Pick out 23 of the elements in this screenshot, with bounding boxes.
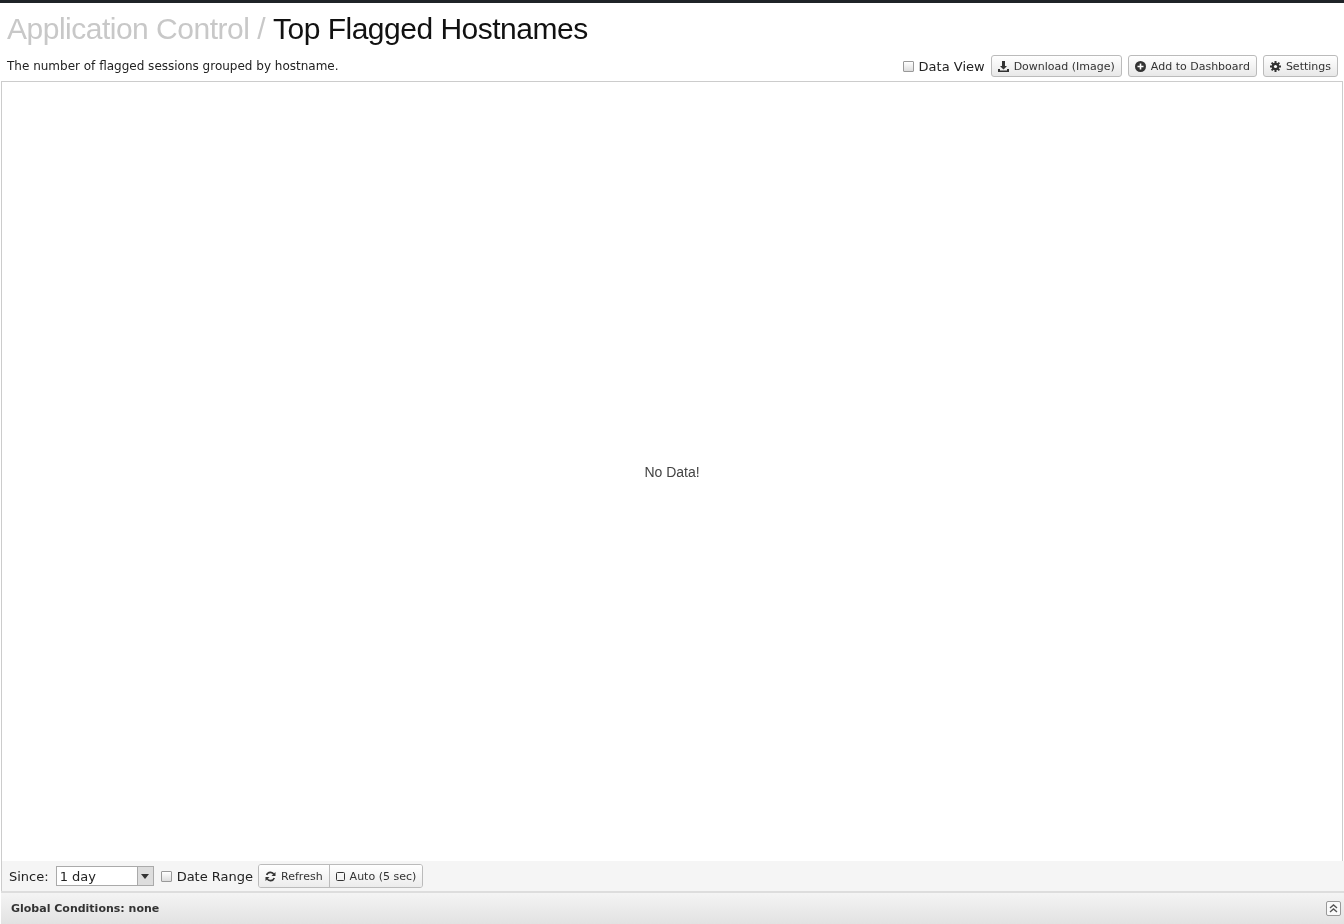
settings-button[interactable]: Settings [1262, 55, 1338, 77]
settings-icon [1269, 60, 1281, 72]
date-range-label: Date Range [176, 868, 254, 884]
dropdown-caret-icon [141, 873, 150, 879]
plus-circle-icon [1134, 60, 1146, 72]
refresh-icon [265, 870, 277, 882]
since-select[interactable]: 1 day [55, 866, 154, 886]
add-button[interactable]: Add to Dashboard [1127, 55, 1257, 77]
global-conditions-label: Global Conditions: none [11, 902, 160, 915]
expand-button[interactable] [1326, 901, 1341, 916]
auto-refresh-toggle[interactable]: Auto (5 sec) [328, 865, 423, 887]
since-label: Since: [9, 868, 49, 884]
no-data-message: No Data! [644, 463, 700, 480]
chevron-icon [1329, 904, 1338, 913]
download-button[interactable]: Download (Image) [990, 55, 1122, 77]
data-view-label: Data View [918, 58, 985, 74]
refresh-button[interactable]: Refresh [259, 865, 329, 887]
checkbox[interactable] [902, 60, 914, 72]
download-icon [997, 60, 1009, 72]
report-description: The number of flagged sessions grouped by hostname. [7, 59, 339, 73]
page-title: Top Flagged Hostnames [273, 11, 588, 47]
checkbox-icon [335, 871, 345, 881]
checkbox[interactable] [160, 870, 172, 882]
